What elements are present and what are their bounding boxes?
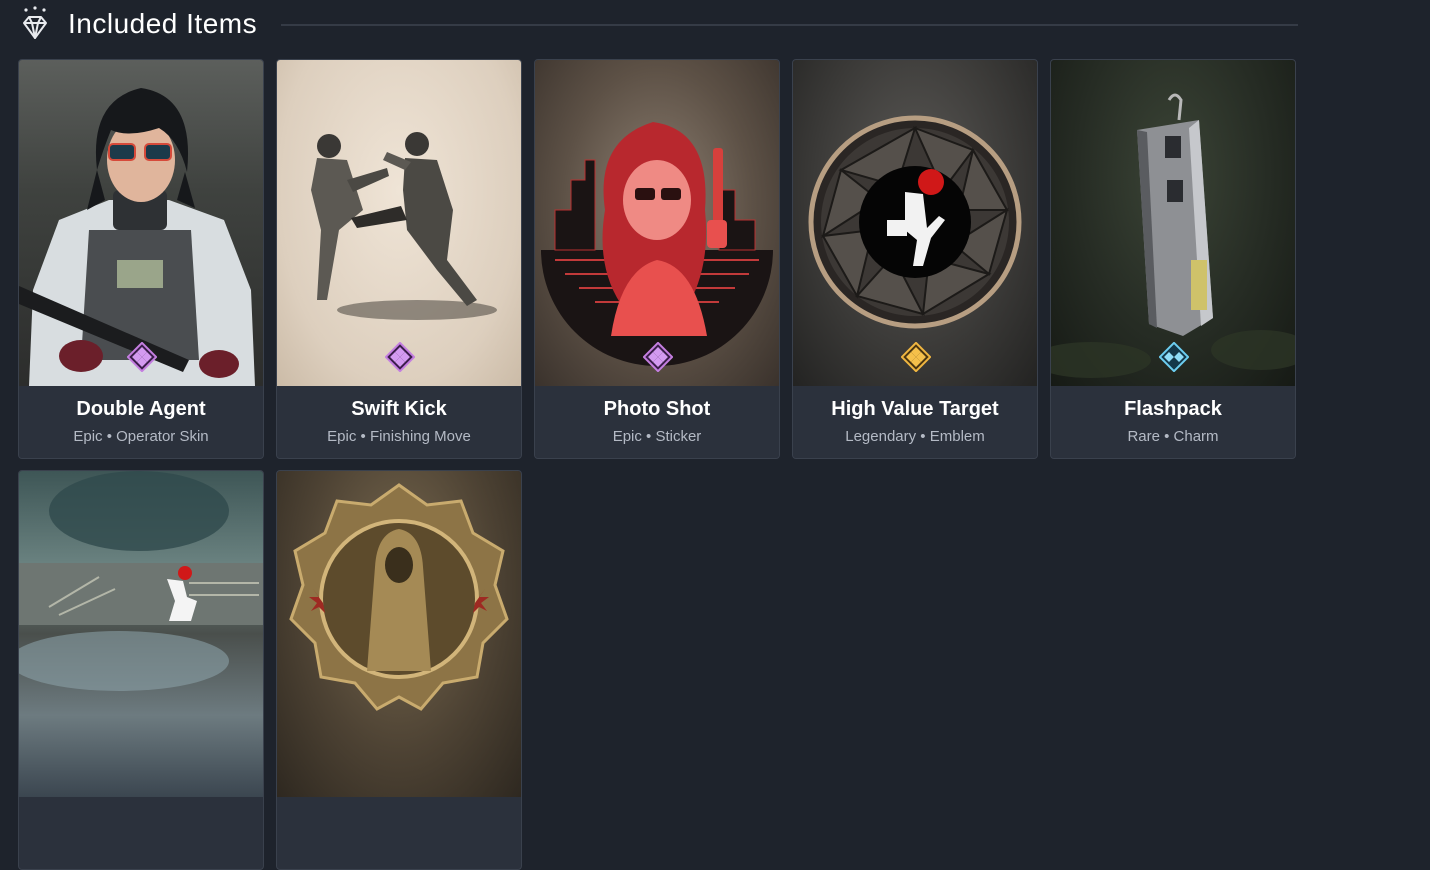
rare-rarity-icon xyxy=(1159,342,1189,372)
section-header: Included Items xyxy=(18,4,1298,44)
item-rarity-type: Rare • Charm xyxy=(1127,428,1219,445)
emblem-art xyxy=(793,60,1037,386)
item-info: Photo Shot Epic • Sticker xyxy=(535,386,779,458)
charm-art xyxy=(1051,60,1295,386)
legendary-rarity-icon xyxy=(901,342,931,372)
medal-art xyxy=(277,471,521,797)
operator-skin-art xyxy=(19,60,263,386)
item-name: Double Agent xyxy=(76,398,206,420)
item-card-swift-kick[interactable]: Swift Kick Epic • Finishing Move xyxy=(276,59,522,459)
item-rarity-type: Epic • Sticker xyxy=(612,428,702,445)
item-info: Double Agent Epic • Operator Skin xyxy=(19,386,263,458)
section-title: Included Items xyxy=(68,8,258,39)
diamond-icon xyxy=(23,6,47,39)
item-card-high-value-target[interactable]: High Value Target Legendary • Emblem xyxy=(792,59,1038,459)
item-card-medal[interactable] xyxy=(276,470,522,870)
item-card-photo-shot[interactable]: Photo Shot Epic • Sticker xyxy=(534,59,780,459)
item-info: Flashpack Rare • Charm xyxy=(1051,386,1295,458)
epic-rarity-icon xyxy=(127,342,157,372)
item-rarity-type: Legendary • Emblem xyxy=(845,428,985,445)
item-name: Photo Shot xyxy=(603,398,711,420)
header-divider xyxy=(281,24,1298,26)
item-info: High Value Target Legendary • Emblem xyxy=(793,386,1037,458)
item-rarity-type: Epic • Operator Skin xyxy=(73,428,209,445)
item-info: Swift Kick Epic • Finishing Move xyxy=(277,386,521,458)
item-card-flashpack[interactable]: Flashpack Rare • Charm xyxy=(1050,59,1296,459)
item-name: Flashpack xyxy=(1124,398,1222,420)
epic-rarity-icon xyxy=(385,342,415,372)
calling-card-art xyxy=(19,471,263,797)
item-name: High Value Target xyxy=(831,398,999,420)
item-name: Swift Kick xyxy=(351,398,447,420)
item-card-double-agent[interactable]: Double Agent Epic • Operator Skin xyxy=(18,59,264,459)
epic-rarity-icon xyxy=(643,342,673,372)
finishing-move-art xyxy=(277,60,521,386)
sticker-art xyxy=(535,60,779,386)
item-card-calling-card[interactable] xyxy=(18,470,264,870)
item-rarity-type: Epic • Finishing Move xyxy=(327,428,471,445)
